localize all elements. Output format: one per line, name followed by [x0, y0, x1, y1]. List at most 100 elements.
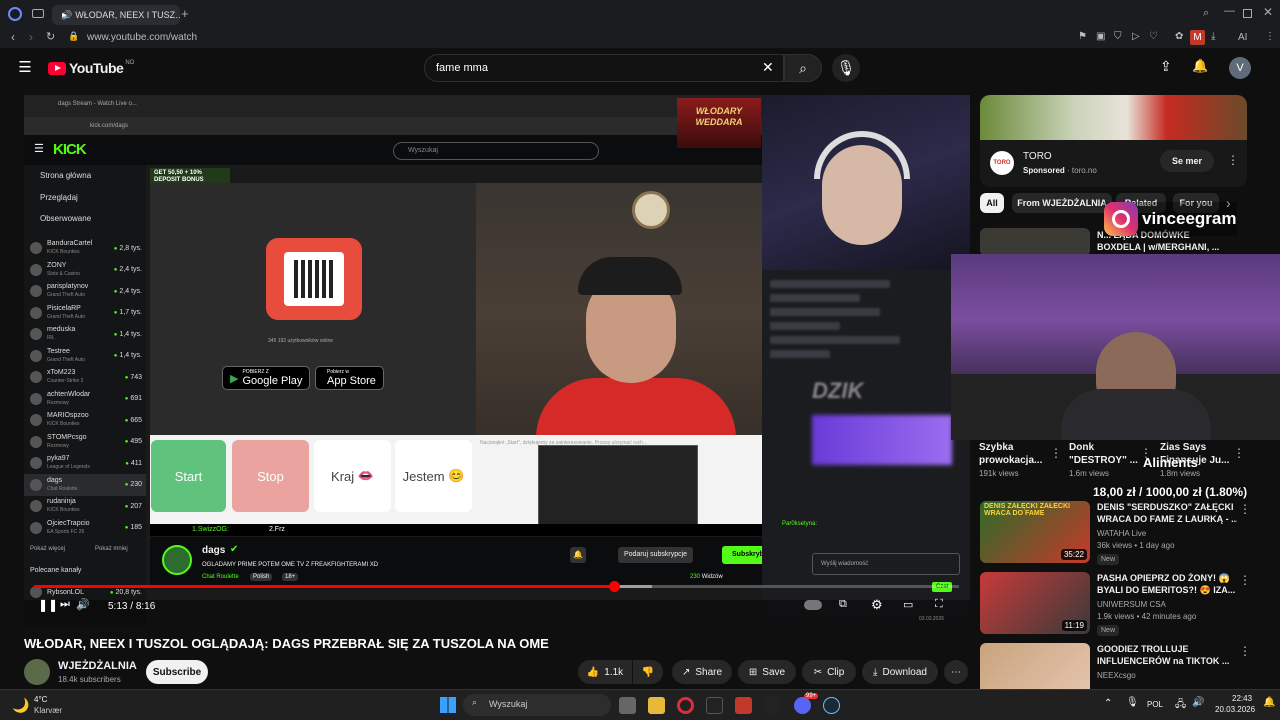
search-input[interactable]: fame mma — [424, 54, 784, 82]
shield-icon[interactable]: ⛉ — [1114, 31, 1122, 42]
tray-chevron-icon[interactable]: ⌃ — [1104, 698, 1112, 709]
rec-list-thumbnail[interactable]: 11:19 — [980, 572, 1090, 634]
gift-sub-button: Podaruj subskrypcje — [618, 547, 694, 563]
ad-card[interactable]: TORO TORO Sponsored · toro.no Se mer ⋮ — [980, 140, 1247, 187]
play-icon[interactable]: ▷ — [1132, 31, 1140, 42]
channel-avatar[interactable] — [24, 659, 50, 685]
reload-icon[interactable]: ↻ — [46, 30, 55, 43]
clock-time[interactable]: 22:43 — [1232, 694, 1252, 703]
notifications-bell-icon[interactable]: 🔔 — [1192, 58, 1208, 74]
app-icon-1[interactable] — [706, 697, 723, 714]
channel-name[interactable]: WJEŻDŻALNIA — [58, 660, 137, 672]
rec-menu-szybka[interactable]: ⋮ — [1050, 446, 1062, 460]
download-icon[interactable]: ⤓ — [1211, 31, 1215, 42]
hamburger-menu-icon[interactable]: ☰ — [16, 58, 34, 76]
pause-button[interactable]: ❚❚ — [38, 598, 58, 612]
mic-icon[interactable]: 🎙 — [1126, 697, 1139, 708]
save-button[interactable]: ⊞ Save — [738, 660, 796, 684]
next-button[interactable]: ⏭ — [60, 598, 70, 611]
subtitles-icon[interactable]: ⧉ — [839, 598, 847, 611]
chip-from-channel[interactable]: From WJEŻDŻALNIA — [1012, 193, 1112, 213]
volume-icon[interactable]: 🔊 — [76, 598, 90, 611]
rec-list-channel[interactable]: UNIWERSUM CSA — [1097, 600, 1166, 609]
video-player[interactable]: dags Stream - Watch Live o... kick.com/d… — [24, 95, 970, 625]
like-button[interactable]: 👍 1.1k — [578, 660, 632, 684]
forward-icon[interactable]: › — [29, 30, 33, 44]
rec-list-menu-icon[interactable]: ⋮ — [1239, 644, 1251, 658]
rec-list-title[interactable]: DENIS "SERDUSZKO" ZAŁĘCKI WRACA DO FAME Z… — [1097, 501, 1237, 525]
file-explorer-icon[interactable] — [648, 697, 665, 714]
opera-icon[interactable] — [677, 697, 694, 714]
taskbar-search[interactable]: ⌕ Wyszukaj — [463, 694, 611, 716]
task-view-icon[interactable] — [619, 697, 636, 714]
progress-bar[interactable] — [34, 581, 959, 592]
stream-info-bar: dags ✔ OGLADAMY PRIME POTEM OME TV Z FRE… — [150, 537, 806, 585]
rec-list-thumbnail[interactable]: DENIS ZAŁĘCKI ZAŁECKI WRACA DO FAME 35:22 — [980, 501, 1090, 563]
weather-icon[interactable]: 🌙 — [12, 697, 29, 714]
subscriber-count: 18.4k subscribers — [58, 675, 121, 684]
steam-icon[interactable] — [823, 697, 840, 714]
upload-icon[interactable]: ⇪ — [1160, 58, 1172, 75]
minimize-icon[interactable]: — — [1224, 5, 1235, 17]
miniplayer-icon[interactable]: ▭ — [903, 598, 913, 611]
volume-tray-icon[interactable]: 🔊 — [1192, 697, 1204, 708]
browser-tab-active[interactable]: 🔊 WŁODAR, NEEX I TUSZ… — [52, 5, 180, 25]
account-avatar[interactable]: V — [1229, 57, 1251, 79]
notification-icon[interactable]: 🔔 — [1263, 697, 1275, 708]
app-icon-3[interactable] — [764, 697, 781, 714]
settings-gear-icon[interactable]: ⚙ — [871, 597, 883, 613]
rec-list-title[interactable]: GOODIEZ TROLLUJE INFLUENCERÓW na TIKTOK .… — [1097, 643, 1237, 667]
rec-title-donk[interactable]: Donk "DESTROY" ... — [1069, 441, 1139, 467]
start-button[interactable] — [440, 697, 456, 713]
clear-search-icon[interactable]: ✕ — [762, 59, 774, 76]
subscribe-button[interactable]: Subscribe — [146, 660, 208, 684]
kick-channel-category: IRL — [47, 335, 55, 342]
tab-overview-icon[interactable] — [32, 9, 44, 18]
opera-menu-icon[interactable] — [8, 7, 22, 21]
autoplay-toggle[interactable] — [804, 600, 822, 610]
rec-list-channel[interactable]: WATAHA Live — [1097, 529, 1146, 538]
ad-cta-button[interactable]: Se mer — [1160, 150, 1215, 172]
discord-icon[interactable] — [794, 697, 811, 714]
clip-button[interactable]: ✂ Clip — [802, 660, 856, 684]
snapshot-icon[interactable]: ▣ — [1096, 31, 1105, 42]
rec-thumb-1[interactable] — [980, 228, 1090, 256]
close-window-icon[interactable]: ✕ — [1263, 5, 1273, 19]
rec-list-title[interactable]: PASHA OPIEPRZ OD ŻONY! 😱 BYALI DO EMERITO… — [1097, 572, 1237, 596]
app-icon-2[interactable] — [735, 697, 752, 714]
fullscreen-icon[interactable]: ⛶ — [935, 598, 943, 611]
window-search-icon[interactable]: ⌕ — [1203, 7, 1209, 20]
rec-list-channel[interactable]: NEEXcsgo — [1097, 671, 1136, 680]
chip-all[interactable]: All — [980, 193, 1004, 213]
dislike-button[interactable]: 👎 — [633, 660, 663, 684]
network-icon[interactable]: 🖧 — [1175, 697, 1186, 714]
restore-icon[interactable] — [1243, 9, 1252, 18]
clock-date[interactable]: 20.03.2026 — [1215, 705, 1255, 714]
heart-icon[interactable]: ♡ — [1149, 31, 1158, 42]
weather-desc[interactable]: Klarvær — [34, 706, 62, 715]
download-button[interactable]: ⤓ Download — [862, 660, 938, 684]
share-button[interactable]: ↗ Share — [672, 660, 732, 684]
rec-list-menu-icon[interactable]: ⋮ — [1239, 502, 1251, 516]
ad-menu-icon[interactable]: ⋮ — [1227, 153, 1239, 167]
url-field[interactable]: www.youtube.com/watch — [87, 32, 197, 43]
language-indicator[interactable]: POL — [1147, 700, 1163, 709]
extensions-icon[interactable]: ✿ — [1175, 31, 1183, 42]
rec-menu-zias[interactable]: ⋮ — [1233, 446, 1245, 460]
rec-title-szybka[interactable]: Szybka prowokacja... — [979, 441, 1049, 467]
ai-button[interactable]: AI — [1238, 32, 1247, 43]
rec-list-menu-icon[interactable]: ⋮ — [1239, 573, 1251, 587]
weather-temp[interactable]: 4°C — [34, 695, 47, 704]
menu-dots-icon[interactable]: ⋮ — [1265, 31, 1275, 42]
donation-goal: 18,00 zł / 1000,00 zł (1.80%) — [1093, 485, 1248, 499]
ad-image[interactable] — [980, 95, 1247, 140]
profile-badge[interactable]: M — [1190, 30, 1205, 45]
search-button[interactable]: ⌕ — [784, 54, 822, 82]
scrubber-handle[interactable] — [608, 581, 620, 592]
new-tab-button[interactable]: + — [181, 6, 189, 21]
voice-search-button[interactable]: 🎙 — [832, 54, 860, 82]
more-actions-button[interactable]: ⋯ — [944, 660, 968, 684]
youtube-logo[interactable]: YouTube NO — [48, 60, 134, 76]
back-icon[interactable]: ‹ — [11, 30, 15, 44]
bookmark-icon[interactable]: ⚑ — [1078, 31, 1087, 42]
